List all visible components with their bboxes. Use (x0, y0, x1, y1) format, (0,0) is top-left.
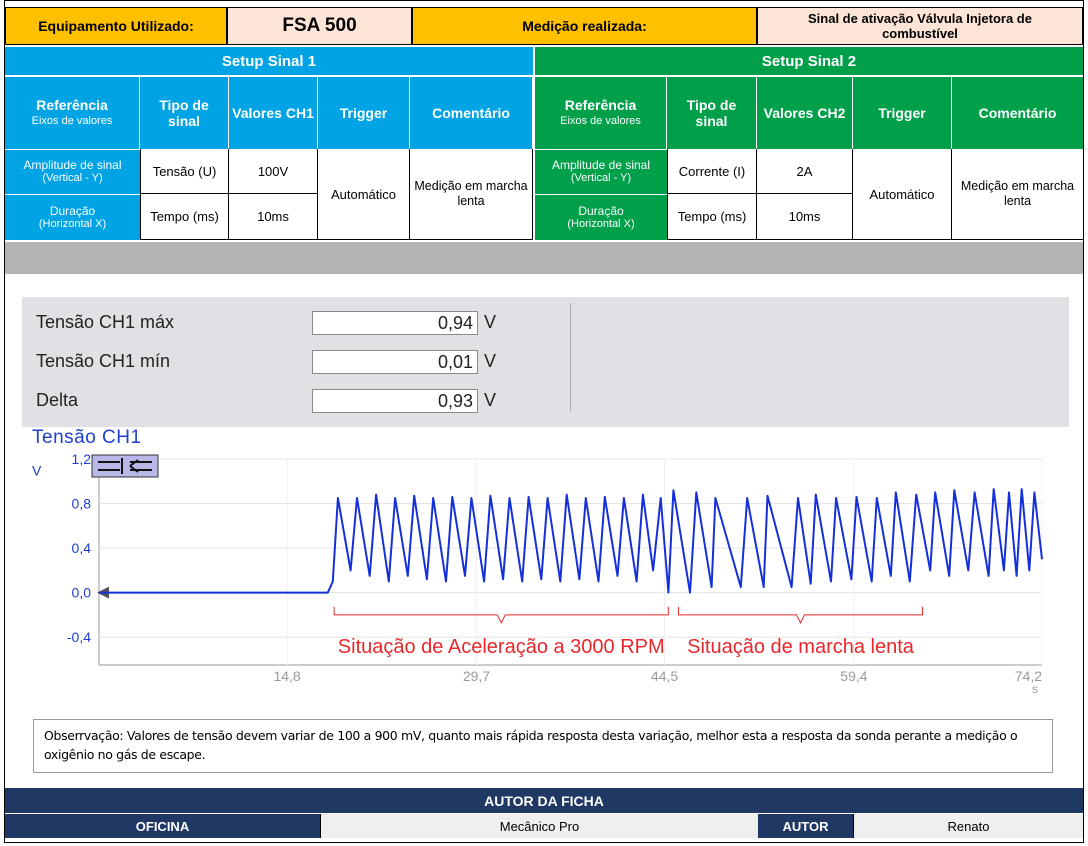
setup1-col-comentario: Comentário (410, 77, 533, 149)
setup2-row1-label: Amplitude de sinal (Vertical - Y) (535, 149, 667, 194)
setup1-col-ref: Referência Eixos de valores (5, 77, 140, 149)
voltage-chart: 1,2 0,8 0,4 0,0 -0,4 V 14,8 29,7 44,5 59,4 74,2s Si… (32, 451, 1043, 696)
setup1-row2-label-sub: (Horizontal X) (38, 217, 107, 230)
equipment-value: FSA 500 (227, 7, 412, 45)
author-section-title: AUTOR DA FICHA (5, 788, 1083, 813)
setup1-col-tipo: Tipo de sinal (140, 77, 229, 149)
x-tick-label: 59,4 (840, 668, 867, 684)
chart-area: 1,2 0,8 0,4 0,0 -0,4 V 14,8 29,7 44,5 59,4 74,2 s Si… (22, 427, 1069, 696)
setup1-row1-valor: 100V (229, 149, 318, 194)
measurement-label: Medição realizada: (412, 7, 757, 45)
x-axis-unit: s (1032, 682, 1038, 695)
setup2-row1-valor: 2A (757, 149, 853, 194)
setup1-row1-label: Amplitude de sinal (Vertical - Y) (5, 149, 140, 194)
setup1-title: Setup Sinal 1 (5, 47, 533, 75)
y-tick-label: -0,4 (67, 629, 91, 645)
measurement-value-max: 0,94 (312, 311, 478, 335)
measurement-label-max: Tensão CH1 máx (36, 312, 175, 332)
measurement-label-min: Tensão CH1 mín (36, 351, 171, 371)
setup1-col-trigger: Trigger (318, 77, 410, 149)
setup1-row2-label-text: Duração (49, 203, 96, 218)
measurement-unit-min: V (484, 351, 497, 371)
setup2-col-tipo: Tipo de sinal (667, 77, 757, 149)
setup2-col-valores: Valores CH2 (757, 77, 853, 149)
x-tick-label: 14,8 (273, 668, 300, 684)
setup2-trigger: Automático (853, 149, 952, 240)
x-tick-label: 74,2 (1015, 668, 1042, 684)
author-label: AUTOR (758, 814, 853, 838)
y-tick-label: 1,2 (72, 451, 92, 467)
y-tick-label: 0,0 (72, 585, 92, 601)
setup2-row2-label: Duração (Horizontal X) (535, 194, 667, 240)
annotation-label: Situação de marcha lenta (687, 636, 915, 658)
setup2-row1-label-sub: (Vertical - Y) (570, 172, 632, 184)
x-tick-label: 44,5 (651, 668, 678, 684)
measurement-value: Sinal de ativação Válvula Injetora de co… (757, 7, 1083, 45)
annotation-brace (678, 606, 924, 625)
x-tick-label: 29,7 (463, 668, 490, 684)
setup2-row2-valor: 10ms (757, 194, 853, 240)
chart-title: Tensão CH1 (32, 427, 142, 448)
setup1-row2-tipo: Tempo (ms) (140, 194, 229, 240)
zoom-controls-icon (91, 454, 159, 478)
measurement-unit-max: V (484, 312, 497, 332)
setup1-row1-label-text: Amplitude de sinal (23, 158, 122, 172)
setup2-row1-label-text: Amplitude de sinal (551, 158, 651, 172)
setup2-col-comentario: Comentário (952, 77, 1083, 149)
setup1-col-valores: Valores CH1 (229, 77, 318, 149)
inspection-sheet: Equipamento Utilizado: FSA 500 Medição r… (4, 0, 1084, 843)
measurement-label-delta: Delta (36, 390, 79, 410)
setup2-col-ref-label: Referência (564, 97, 637, 113)
author-value: Renato (853, 814, 1083, 838)
setup2-title: Setup Sinal 2 (535, 47, 1083, 75)
setup1-comment: Medição em marcha lenta (410, 149, 533, 240)
setup2-col-trigger: Trigger (853, 77, 952, 149)
y-tick-label: 0,4 (72, 540, 92, 556)
measurement-unit-delta: V (484, 390, 497, 410)
annotation-label: Situação de Aceleração a 3000 RPM (338, 636, 665, 658)
setup2-row2-label-text: Duração (578, 203, 624, 218)
voltage-trace (99, 488, 1043, 594)
setup2-row2-label-sub: (Horizontal X) (567, 217, 635, 230)
setup1-row2-valor: 10ms (229, 194, 318, 240)
workshop-label: OFICINA (5, 814, 320, 838)
setup2-row2-tipo: Tempo (ms) (667, 194, 757, 240)
observation-note: Obserrvação: Valores de tensão devem var… (33, 719, 1053, 773)
annotation-brace (333, 606, 669, 625)
y-axis-unit: V (32, 463, 42, 479)
equipment-label: Equipamento Utilizado: (5, 7, 227, 45)
setup2-col-ref-sub: Eixos de valores (560, 115, 641, 127)
setup2-col-ref: Referência Eixos de valores (535, 77, 667, 149)
separator-bar (5, 242, 1083, 274)
setup1-col-ref-sub: Eixos de valores (31, 115, 113, 127)
setup1-row1-label-sub: (Vertical - Y) (42, 172, 103, 184)
y-tick-label: 0,8 (72, 496, 92, 512)
setup1-col-ref-label: Referência (36, 97, 108, 113)
measurement-value-delta: 0,93 (312, 389, 478, 413)
measurement-value-min: 0,01 (312, 350, 478, 374)
setup1-row1-tipo: Tensão (U) (140, 149, 229, 194)
scope-panel: Tensão CH1 máx 0,94 V Tensão CH1 mín 0,0… (22, 297, 1069, 696)
workshop-value: Mecânico Pro (320, 814, 758, 838)
measurement-divider (570, 303, 571, 411)
setup1-trigger: Automático (318, 149, 410, 240)
setup2-row1-tipo: Corrente (I) (667, 149, 757, 194)
setup1-row2-label: Duração (Horizontal X) (5, 194, 140, 240)
setup2-comment: Medição em marcha lenta (952, 149, 1083, 240)
